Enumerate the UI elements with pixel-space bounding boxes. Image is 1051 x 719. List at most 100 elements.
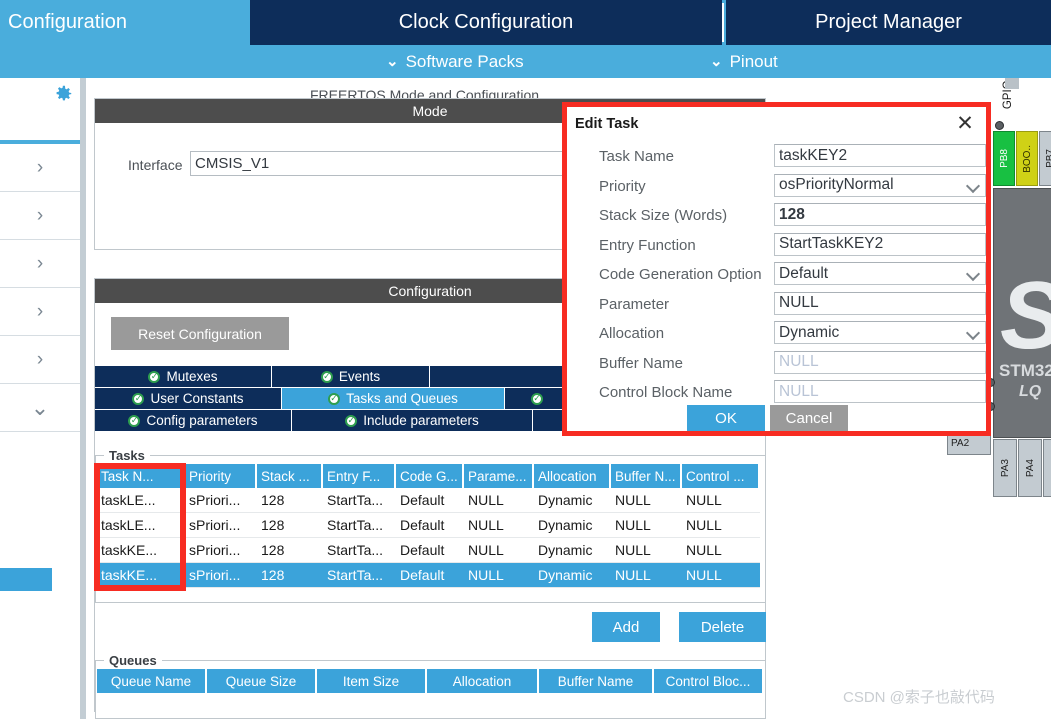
- queues-group-legend: Queues: [104, 653, 162, 668]
- tasks-column-header-1[interactable]: Priority: [185, 464, 257, 488]
- table-row[interactable]: taskKE... sPriori... 128 StartTa... Default N…: [97, 538, 764, 563]
- interface-label: Interface: [128, 157, 183, 173]
- dialog-input-4[interactable]: Default: [774, 262, 986, 285]
- sidebar-selected-marker[interactable]: [0, 568, 52, 591]
- tasks-cell-3-1: sPriori...: [185, 563, 257, 588]
- tasks-column-header-2[interactable]: Stack ...: [257, 464, 323, 488]
- chip-name-label: STM32: [999, 361, 1051, 380]
- dialog-input-value-5: NULL: [779, 294, 819, 311]
- pin-pb8[interactable]: PB8: [993, 131, 1015, 186]
- subbar-item-software-packs[interactable]: ⌄ Software Packs: [386, 45, 524, 78]
- chevron-right-icon: ›: [36, 300, 44, 322]
- dialog-input-7[interactable]: NULL: [774, 350, 986, 374]
- dialog-input-8[interactable]: NULL: [774, 380, 986, 403]
- pin-pa4-label: PA4: [1024, 458, 1036, 478]
- dialog-input-value-4: Default: [779, 264, 829, 282]
- tab-include-parameters[interactable]: ✓ Include parameters: [292, 410, 532, 431]
- tasks-column-header-8[interactable]: Control ...: [682, 464, 760, 488]
- sidebar-item-5[interactable]: ›: [0, 336, 80, 384]
- sidebar-item-4[interactable]: ›: [0, 288, 80, 336]
- tasks-cell-2-8: NULL: [682, 538, 760, 563]
- tasks-cell-1-6: Dynamic: [534, 513, 611, 538]
- queues-column-header-0[interactable]: Queue Name: [97, 669, 207, 693]
- queues-column-header-3[interactable]: Allocation: [427, 669, 539, 693]
- tasks-column-header-5[interactable]: Parame...: [464, 464, 534, 488]
- ok-button[interactable]: OK: [687, 405, 765, 431]
- ribbon-tab-configuration[interactable]: Configuration: [0, 0, 250, 45]
- dialog-input-0[interactable]: taskKEY2: [774, 144, 986, 167]
- tasks-column-header-3[interactable]: Entry F...: [323, 464, 396, 488]
- pin-pb7[interactable]: PB7: [1039, 131, 1051, 186]
- ribbon-tab-project-manager[interactable]: Project Manager: [726, 0, 1051, 45]
- tasks-column-header-4[interactable]: Code G...: [396, 464, 464, 488]
- gear-icon[interactable]: [52, 83, 74, 105]
- tab-user-constants-label: User Constants: [150, 391, 244, 406]
- tab-mutexes[interactable]: ✓ Mutexes: [95, 366, 271, 387]
- queues-column-header-4[interactable]: Buffer Name: [539, 669, 654, 693]
- chevron-down-icon[interactable]: [965, 325, 981, 341]
- chevron-right-icon: ›: [36, 204, 44, 226]
- tasks-cell-1-8: NULL: [682, 513, 760, 538]
- sidebar-item-2[interactable]: ›: [0, 192, 80, 240]
- close-icon[interactable]: ✕: [954, 112, 976, 134]
- cancel-button[interactable]: Cancel: [770, 405, 848, 431]
- edit-task-dialog[interactable]: Edit Task ✕ Task Name taskKEY2 Priority osP…: [567, 107, 986, 431]
- dialog-input-value-8: NULL: [779, 382, 819, 400]
- table-row[interactable]: taskLE... sPriori... 128 StartTa... Default N…: [97, 488, 764, 513]
- sidebar-item-3[interactable]: ›: [0, 240, 80, 288]
- tasks-column-header-6[interactable]: Allocation: [534, 464, 611, 488]
- pin-pa3[interactable]: PA3: [993, 439, 1017, 497]
- reset-configuration-button[interactable]: Reset Configuration: [111, 317, 289, 350]
- queues-column-header-1[interactable]: Queue Size: [207, 669, 317, 693]
- tab-config-parameters[interactable]: ✓ Config parameters: [95, 410, 291, 431]
- pin-pa4[interactable]: PA4: [1018, 439, 1042, 497]
- tab-events-label: Events: [338, 369, 381, 384]
- tasks-table[interactable]: Task N... Priority Stack ... Entry F... Code…: [97, 464, 764, 588]
- tab-tasks-and-queues-label: Tasks and Queues: [346, 391, 458, 406]
- ribbon-tab-project-manager-label: Project Manager: [815, 11, 962, 33]
- delete-button[interactable]: Delete: [679, 612, 766, 642]
- dialog-input-2[interactable]: 128: [774, 203, 986, 226]
- queues-column-header-5[interactable]: Control Bloc...: [654, 669, 764, 693]
- sidebar-item-6-expanded[interactable]: ⌄: [0, 384, 80, 432]
- tab-include-parameters-label: Include parameters: [363, 413, 479, 428]
- chevron-down-icon[interactable]: [965, 178, 981, 193]
- queues-table[interactable]: Queue Name Queue Size Item Size Allocation B…: [97, 669, 764, 693]
- subbar-item-pinout[interactable]: ⌄ Pinout: [710, 45, 778, 78]
- chevron-down-icon: ⌄: [30, 394, 50, 420]
- dialog-input-value-7: NULL: [779, 353, 819, 370]
- pin-pa5[interactable]: PA5: [1043, 439, 1051, 497]
- main-ribbon: Configuration Clock Configuration Projec…: [0, 0, 1051, 45]
- dialog-input-value-0: taskKEY2: [779, 146, 848, 164]
- pinout-scroll-handle[interactable]: [1005, 78, 1019, 89]
- tasks-cell-3-8: NULL: [682, 563, 760, 588]
- queues-column-header-2[interactable]: Item Size: [317, 669, 427, 693]
- chevron-right-icon: ›: [36, 156, 44, 178]
- tasks-table-header-row: Task N... Priority Stack ... Entry F... Code…: [97, 464, 764, 488]
- ribbon-tab-clock-configuration[interactable]: Clock Configuration: [250, 0, 722, 45]
- tasks-cell-3-7: NULL: [611, 563, 682, 588]
- pin-boot[interactable]: BOO..: [1016, 131, 1038, 186]
- add-button[interactable]: Add: [592, 612, 660, 642]
- table-row[interactable]: taskKE... sPriori... 128 StartTa... Default N…: [97, 563, 764, 588]
- subbar-item-software-packs-label: Software Packs: [405, 51, 524, 71]
- tasks-cell-1-3: StartTa...: [323, 513, 396, 538]
- check-icon: ✓: [345, 414, 358, 427]
- tab-tasks-and-queues[interactable]: ✓ Tasks and Queues: [282, 388, 504, 409]
- table-row[interactable]: taskLE... sPriori... 128 StartTa... Default N…: [97, 513, 764, 538]
- dialog-label-0: Task Name: [599, 148, 675, 165]
- chevron-down-icon[interactable]: [965, 266, 981, 282]
- dialog-input-1[interactable]: osPriorityNormal: [774, 173, 986, 197]
- dialog-input-6[interactable]: Dynamic: [774, 321, 986, 344]
- tasks-cell-1-5: NULL: [464, 513, 534, 538]
- tab-user-constants[interactable]: ✓ User Constants: [95, 388, 281, 409]
- dialog-input-5[interactable]: NULL: [774, 291, 986, 315]
- dialog-input-value-2: 128: [779, 205, 805, 223]
- tab-events[interactable]: ✓ Events: [272, 366, 429, 387]
- dialog-input-3[interactable]: StartTaskKEY2: [774, 232, 986, 256]
- tasks-column-header-7[interactable]: Buffer N...: [611, 464, 682, 488]
- dialog-label-8: Control Block Name: [599, 384, 733, 401]
- tasks-cell-1-7: NULL: [611, 513, 682, 538]
- sidebar-item-1[interactable]: ›: [0, 144, 80, 192]
- dialog-label-2: Stack Size (Words): [599, 207, 728, 224]
